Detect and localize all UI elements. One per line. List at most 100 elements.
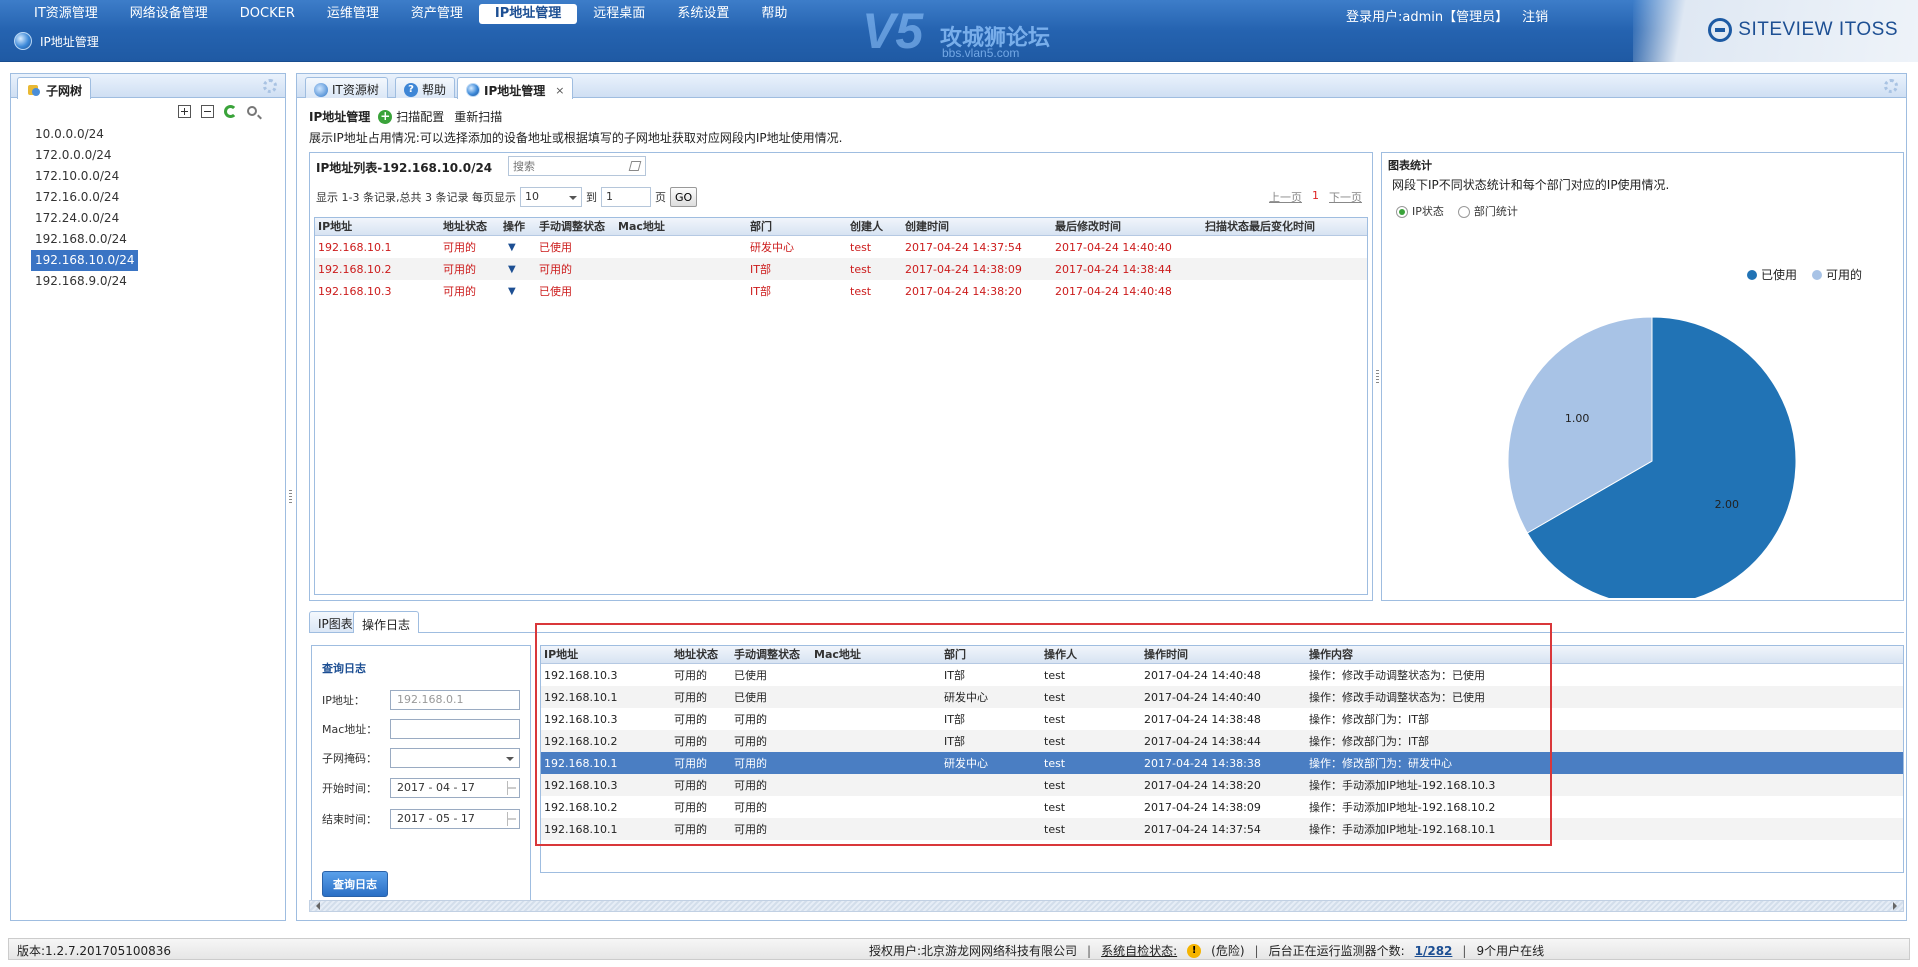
table-cell: test	[850, 240, 872, 254]
column-header[interactable]: Mac地址	[615, 218, 747, 235]
search-icon[interactable]	[247, 106, 257, 116]
scan-config-link[interactable]: 扫描配置	[396, 108, 444, 125]
table-cell: 192.168.10.2	[544, 800, 618, 814]
nav-item-6[interactable]: 远程桌面	[577, 4, 661, 24]
column-header[interactable]: 地址状态	[671, 646, 731, 663]
expand-all-icon[interactable]	[178, 104, 191, 118]
query-log-button[interactable]: 查询日志	[322, 871, 388, 897]
tab-subnet-tree[interactable]: 子网树	[17, 77, 92, 99]
table-cell: 操作：修改部门为：IT部	[1309, 713, 1429, 726]
logout-link[interactable]: 注销	[1522, 6, 1548, 25]
subnet-mask-select[interactable]	[390, 748, 520, 768]
table-row[interactable]: 192.168.10.3 可用的 已使用 IT部 test 2017-04-24 14:4…	[541, 664, 1903, 686]
column-header[interactable]: 部门	[747, 218, 847, 235]
legend-label[interactable]: 可用的	[1826, 267, 1862, 282]
ip-search-input[interactable]	[508, 156, 646, 176]
page-number-input[interactable]: 1	[600, 187, 651, 207]
prev-page-link[interactable]: 上一页	[1269, 189, 1302, 205]
column-header[interactable]: 最后修改时间	[1052, 218, 1202, 235]
scroll-left-icon[interactable]	[312, 902, 320, 910]
page-size-select[interactable]: 10	[519, 187, 582, 207]
gear-icon[interactable]	[263, 79, 277, 93]
column-header[interactable]: IP地址	[315, 218, 440, 235]
subnet-tree-item[interactable]: 172.0.0.0/24	[31, 145, 116, 166]
tab-it-resource-tree[interactable]: IT资源树	[305, 77, 388, 98]
radio-dept[interactable]: 部门统计	[1457, 203, 1518, 219]
column-header[interactable]: 扫描状态最后变化时间	[1202, 218, 1362, 235]
table-cell: IT部	[750, 263, 771, 276]
mac-address-input[interactable]	[390, 719, 520, 739]
tab-help[interactable]: ? 帮助	[395, 77, 456, 98]
table-cell: 操作：手动添加IP地址-192.168.10.3	[1309, 779, 1496, 792]
subnet-tree-item[interactable]: 172.24.0.0/24	[31, 208, 123, 229]
radio-dept-label: 部门统计	[1473, 205, 1518, 218]
tab-ip-management[interactable]: IP地址管理 ×	[457, 77, 574, 99]
next-page-link[interactable]: 下一页	[1329, 189, 1362, 205]
column-header[interactable]: Mac地址	[811, 646, 941, 663]
main-panel: IT资源树 ? 帮助 IP地址管理 × IP地址管理 + 扫描配置 重新扫描 展…	[296, 73, 1907, 921]
subnet-tree-item[interactable]: 10.0.0.0/24	[31, 124, 108, 145]
legend-label[interactable]: 已使用	[1761, 267, 1797, 282]
go-button[interactable]: GO	[669, 187, 698, 207]
column-header[interactable]: 创建人	[847, 218, 902, 235]
ip-address-input[interactable]: 192.168.0.1	[390, 690, 520, 710]
table-row[interactable]: 192.168.10.1 可用的 ▼ 已使用 研发中心 test 2017-04-24 14…	[315, 236, 1367, 258]
column-header[interactable]: 手动调整状态	[731, 646, 811, 663]
row-action-dropdown[interactable]: ▼	[500, 264, 536, 275]
table-row[interactable]: 192.168.10.1 可用的 可用的 test 2017-04-24 14:37:5…	[541, 818, 1903, 840]
end-date-input[interactable]: 2017 - 05 - 17	[390, 809, 520, 829]
column-header[interactable]: 操作	[500, 218, 536, 235]
current-page[interactable]: 1	[1312, 189, 1319, 205]
scroll-right-icon[interactable]	[1893, 902, 1901, 910]
table-row[interactable]: 192.168.10.2 可用的 ▼ 可用的 IT部 test 2017-04-24 14:…	[315, 258, 1367, 280]
refresh-icon[interactable]	[224, 104, 237, 118]
row-action-dropdown[interactable]: ▼	[500, 286, 536, 297]
monitor-count-link[interactable]: 1/282	[1415, 944, 1453, 958]
legend-swatch[interactable]	[1812, 270, 1822, 280]
subnet-tree-item[interactable]: 192.168.9.0/24	[31, 271, 131, 292]
tab-label: IT资源树	[332, 83, 379, 97]
nav-item-5[interactable]: IP地址管理	[478, 4, 578, 24]
legend-swatch[interactable]	[1747, 270, 1757, 280]
nav-item-3[interactable]: 运维管理	[311, 4, 395, 24]
close-icon[interactable]: ×	[555, 84, 564, 97]
tab-operation-log[interactable]: 操作日志	[353, 611, 420, 633]
column-header[interactable]: 操作人	[1041, 646, 1141, 663]
subnet-tree-item[interactable]: 192.168.0.0/24	[31, 229, 131, 250]
table-row[interactable]: 192.168.10.1 可用的 可用的 研发中心 test 2017-04-24 14:…	[541, 752, 1903, 774]
end-row: 结束时间： 2017 - 05 - 17	[322, 809, 520, 829]
nav-item-2[interactable]: DOCKER	[224, 4, 311, 24]
column-header[interactable]: 操作内容	[1306, 646, 1526, 663]
splitter-handle[interactable]	[1376, 370, 1379, 384]
subnet-tree-item[interactable]: 192.168.10.0/24	[31, 250, 139, 271]
self-check-link[interactable]: 系统自检状态:	[1101, 942, 1177, 959]
radio-ip-status[interactable]: IP状态	[1396, 203, 1444, 219]
horizontal-scrollbar[interactable]	[309, 900, 1904, 912]
table-row[interactable]: 192.168.10.3 可用的 可用的 test 2017-04-24 14:38:2…	[541, 774, 1903, 796]
column-header[interactable]: 创建时间	[902, 218, 1052, 235]
nav-item-4[interactable]: 资产管理	[395, 4, 479, 24]
start-date-input[interactable]: 2017 - 04 - 17	[390, 778, 520, 798]
nav-item-7[interactable]: 系统设置	[661, 4, 745, 24]
column-header[interactable]: 手动调整状态	[536, 218, 615, 235]
column-header[interactable]: 操作时间	[1141, 646, 1306, 663]
gear-icon[interactable]	[1884, 79, 1898, 93]
rescan-link[interactable]: 重新扫描	[454, 108, 502, 125]
splitter-handle[interactable]	[289, 490, 292, 504]
add-icon[interactable]: +	[378, 109, 393, 124]
table-row[interactable]: 192.168.10.2 可用的 可用的 IT部 test 2017-04-24 14:3…	[541, 730, 1903, 752]
subnet-tree-item[interactable]: 172.16.0.0/24	[31, 187, 123, 208]
collapse-all-icon[interactable]	[201, 104, 214, 118]
nav-item-0[interactable]: IT资源管理	[18, 4, 114, 24]
table-row[interactable]: 192.168.10.2 可用的 可用的 test 2017-04-24 14:38:0…	[541, 796, 1903, 818]
table-row[interactable]: 192.168.10.3 可用的 ▼ 已使用 IT部 test 2017-04-24 14:…	[315, 280, 1367, 302]
nav-item-8[interactable]: 帮助	[745, 4, 803, 24]
column-header[interactable]: 地址状态	[440, 218, 500, 235]
row-action-dropdown[interactable]: ▼	[500, 242, 536, 253]
subnet-tree-item[interactable]: 172.10.0.0/24	[31, 166, 123, 187]
column-header[interactable]: IP地址	[541, 646, 671, 663]
table-row[interactable]: 192.168.10.3 可用的 可用的 IT部 test 2017-04-24 14:3…	[541, 708, 1903, 730]
column-header[interactable]: 部门	[941, 646, 1041, 663]
nav-item-1[interactable]: 网络设备管理	[114, 4, 224, 24]
table-row[interactable]: 192.168.10.1 可用的 已使用 研发中心 test 2017-04-24 14:…	[541, 686, 1903, 708]
